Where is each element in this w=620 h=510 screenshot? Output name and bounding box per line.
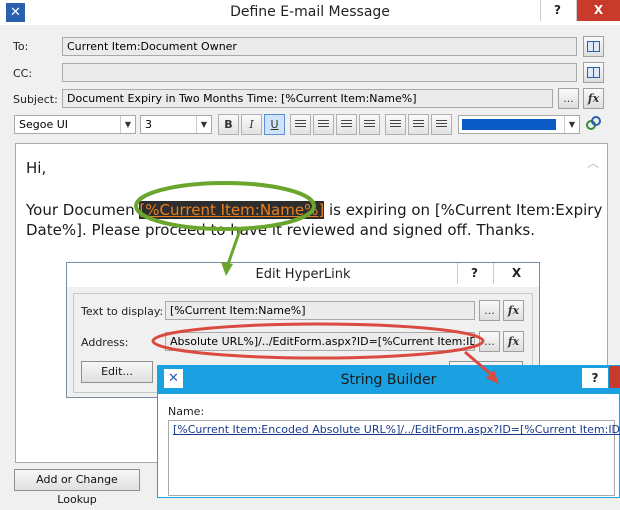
- close-button[interactable]: X: [576, 0, 620, 21]
- help-button[interactable]: ?: [540, 0, 574, 21]
- address-ellipsis-button[interactable]: ...: [479, 331, 500, 352]
- font-color-select[interactable]: ▼: [458, 115, 580, 134]
- subject-ellipsis-button[interactable]: ...: [558, 88, 579, 109]
- address-book-icon: [587, 67, 600, 78]
- string-builder-textarea[interactable]: [%Current Item:Encoded Absolute URL%]/..…: [168, 420, 620, 496]
- justify-icon: [364, 120, 375, 129]
- edit-button[interactable]: Edit...: [81, 361, 153, 383]
- hyperlink-help-button[interactable]: ?: [457, 263, 491, 284]
- string-builder-help-button[interactable]: ?: [582, 368, 608, 388]
- subject-label: Subject:: [13, 93, 58, 106]
- align-left-button[interactable]: [290, 114, 311, 135]
- body-greeting: Hi,: [26, 159, 47, 177]
- underline-button[interactable]: U: [264, 114, 285, 135]
- text-function-button[interactable]: fx: [503, 300, 524, 321]
- to-field[interactable]: Current Item:Document Owner: [62, 37, 577, 56]
- to-addressbook-button[interactable]: [583, 36, 604, 57]
- string-builder-dialog: ✕ String Builder ? Name: [%Current Item:…: [157, 365, 620, 498]
- font-name-select[interactable]: Segoe UI ▼: [14, 115, 136, 134]
- main-title: Define E-mail Message: [230, 4, 390, 20]
- to-label: To:: [13, 40, 29, 53]
- add-change-lookup-button[interactable]: Add or Change Lookup: [14, 469, 140, 506]
- chevron-down-icon: ▼: [196, 116, 211, 133]
- text-to-display-label: Text to display:: [81, 305, 164, 318]
- text-ellipsis-button[interactable]: ...: [479, 300, 500, 321]
- chevron-down-icon: ▼: [564, 116, 579, 133]
- indent-icon: [436, 120, 447, 129]
- insert-link-button[interactable]: [583, 114, 604, 135]
- editor-scroll-up[interactable]: ︿: [587, 154, 599, 171]
- align-right-icon: [341, 120, 352, 129]
- italic-button[interactable]: I: [241, 114, 262, 135]
- font-size-select[interactable]: 3 ▼: [140, 115, 212, 134]
- address-label: Address:: [81, 336, 129, 349]
- subject-function-button[interactable]: fx: [583, 88, 604, 109]
- cc-field[interactable]: [62, 63, 577, 82]
- align-center-button[interactable]: [313, 114, 334, 135]
- font-color-swatch: [462, 119, 556, 130]
- string-builder-value: [%Current Item:Encoded Absolute URL%]/..…: [173, 423, 620, 436]
- justify-button[interactable]: [359, 114, 380, 135]
- indent-button[interactable]: [431, 114, 452, 135]
- body-line-1-end: is expiring on [%Current Item:Expiry: [328, 201, 603, 219]
- text-to-display-field[interactable]: [%Current Item:Name%]: [165, 301, 475, 320]
- hyperlink-close-button[interactable]: X: [493, 263, 539, 284]
- address-book-icon: [587, 41, 600, 52]
- address-function-button[interactable]: fx: [503, 331, 524, 352]
- align-right-button[interactable]: [336, 114, 357, 135]
- hyperlink-titlebar: Edit HyperLink ? X: [67, 263, 539, 287]
- main-titlebar: ✕ Define E-mail Message ? X: [0, 0, 620, 25]
- string-name-label: Name:: [168, 405, 205, 418]
- align-left-icon: [295, 120, 306, 129]
- align-center-icon: [318, 120, 329, 129]
- bold-button[interactable]: B: [218, 114, 239, 135]
- bullet-list-button[interactable]: [385, 114, 406, 135]
- string-builder-title: String Builder: [340, 372, 437, 388]
- body-line-2: Date%]. Please proceed to have it review…: [26, 221, 536, 239]
- cc-addressbook-button[interactable]: [583, 62, 604, 83]
- cc-label: CC:: [13, 67, 33, 80]
- subject-field[interactable]: Document Expiry in Two Months Time: [%Cu…: [62, 89, 553, 108]
- font-name-value: Segoe UI: [19, 118, 69, 131]
- outdent-icon: [413, 120, 424, 129]
- bullet-list-icon: [390, 120, 401, 129]
- body-line-1: Your Documen [%Current Item:Name%] is ex…: [26, 200, 602, 220]
- body-lookup-link[interactable]: [%Current Item:Name%]: [139, 201, 325, 219]
- chevron-down-icon: ▼: [120, 116, 135, 133]
- outdent-button[interactable]: [408, 114, 429, 135]
- string-builder-close-button[interactable]: [609, 366, 620, 388]
- address-field[interactable]: Absolute URL%]/../EditForm.aspx?ID=[%Cur…: [165, 332, 475, 351]
- string-builder-titlebar: ✕ String Builder ?: [158, 366, 620, 394]
- link-icon: [586, 116, 601, 130]
- font-size-value: 3: [145, 118, 152, 131]
- body-line-1-start: Your Documen: [26, 201, 135, 219]
